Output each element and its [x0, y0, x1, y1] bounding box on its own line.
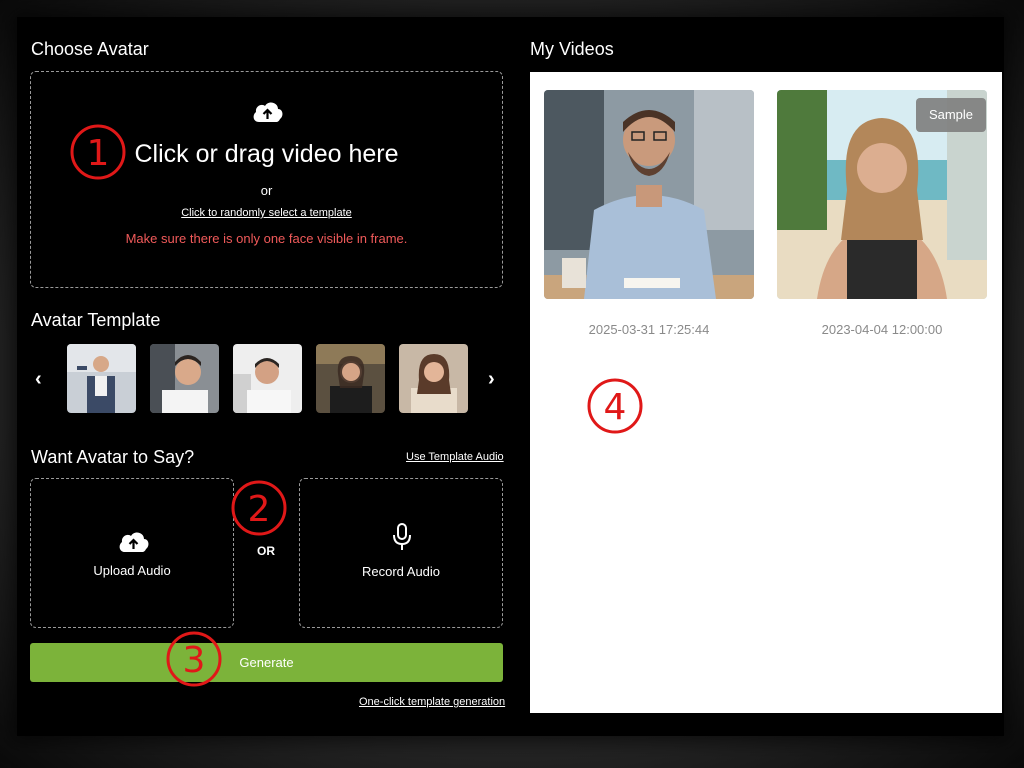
- annotation-marker-4: 4: [587, 378, 643, 434]
- template-thumb-image: [67, 344, 136, 413]
- random-template-link[interactable]: Click to randomly select a template: [181, 207, 352, 219]
- upload-audio-box[interactable]: Upload Audio: [30, 478, 234, 628]
- cloud-upload-icon: [253, 102, 283, 122]
- template-prev-arrow[interactable]: ‹: [35, 368, 42, 391]
- template-thumb-3[interactable]: [233, 344, 302, 413]
- audio-or: OR: [257, 544, 275, 558]
- sample-badge: Sample: [916, 98, 986, 132]
- template-thumb-5[interactable]: [399, 344, 468, 413]
- app-window: Choose Avatar Click or drag video here o…: [17, 17, 1004, 736]
- one-click-generation-link[interactable]: One-click template generation: [359, 696, 505, 708]
- template-thumb-image: [150, 344, 219, 413]
- svg-text:3: 3: [183, 640, 206, 681]
- record-audio-label: Record Audio: [361, 564, 441, 579]
- upload-audio-label: Upload Audio: [93, 563, 171, 578]
- annotation-marker-1: 1: [70, 124, 126, 180]
- use-template-audio-link[interactable]: Use Template Audio: [406, 451, 504, 463]
- svg-text:1: 1: [87, 133, 110, 174]
- say-title: Want Avatar to Say?: [31, 447, 195, 467]
- microphone-icon: [393, 523, 411, 550]
- svg-text:2: 2: [248, 489, 271, 530]
- avatar-template-title: Avatar Template: [31, 310, 161, 330]
- template-thumb-1[interactable]: [67, 344, 136, 413]
- svg-text:4: 4: [604, 387, 627, 428]
- video-date-2: 2023-04-04 12:00:00: [821, 322, 943, 337]
- face-warning: Make sure there is only one face visible…: [125, 231, 408, 246]
- template-thumb-2[interactable]: [150, 344, 219, 413]
- annotation-marker-2: 2: [231, 480, 287, 536]
- dropzone-or: or: [260, 183, 273, 198]
- video-card-1[interactable]: [544, 90, 754, 299]
- video-date-1: 2025-03-31 17:25:44: [588, 322, 710, 337]
- template-thumb-image: [399, 344, 468, 413]
- template-next-arrow[interactable]: ›: [488, 368, 495, 391]
- video-card-2[interactable]: Sample: [777, 90, 987, 299]
- annotation-marker-3: 3: [166, 631, 222, 687]
- cloud-upload-icon: [119, 532, 149, 552]
- video-thumbnail: [544, 90, 754, 299]
- template-thumb-image: [233, 344, 302, 413]
- record-audio-box[interactable]: Record Audio: [299, 478, 503, 628]
- choose-avatar-title: Choose Avatar: [31, 39, 149, 59]
- my-videos-title: My Videos: [530, 39, 614, 59]
- template-thumb-4[interactable]: [316, 344, 385, 413]
- generate-button[interactable]: Generate: [30, 643, 503, 682]
- template-thumb-image: [316, 344, 385, 413]
